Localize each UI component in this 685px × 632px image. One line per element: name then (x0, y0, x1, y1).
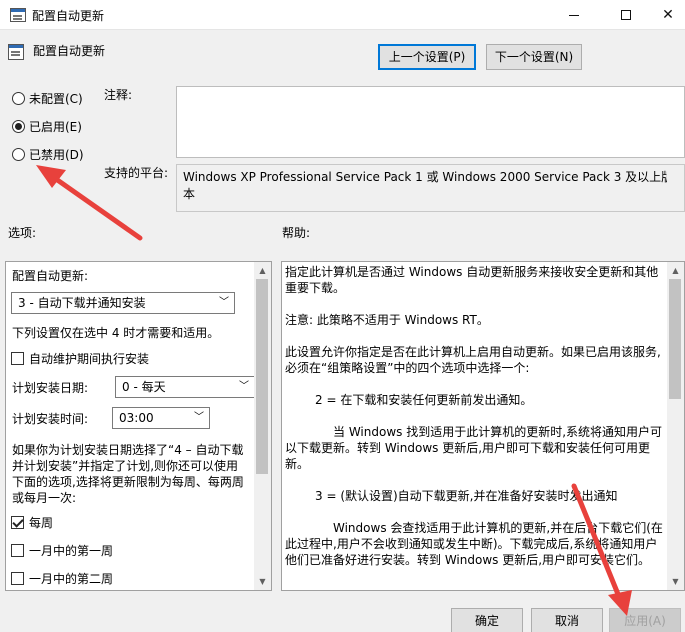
radio-label: 未配置(C) (29, 92, 83, 106)
close-icon: ✕ (662, 7, 674, 23)
checkbox-label: 自动维护期间执行安装 (29, 352, 150, 366)
schedule-day-label: 计划安装日期: (12, 381, 89, 395)
help-paragraph: 注意: 此策略不适用于 Windows RT。 (285, 313, 489, 327)
options-panel: 配置自动更新: 3 - 自动下载并通知安装 ﹀ 下列设置仅在选中 4 时才需要和… (5, 261, 272, 591)
apply-button[interactable]: 应用(A) (609, 608, 681, 632)
scroll-up-icon[interactable]: ▲ (667, 262, 684, 279)
schedule-day-select[interactable]: 0 - 每天 ﹀ (115, 376, 255, 398)
schedule-time-select[interactable]: 03:00 ﹀ (112, 407, 210, 429)
select-value: 0 - 每天 (122, 380, 166, 394)
checkbox-box[interactable] (11, 352, 24, 365)
note-text: 下列设置仅在选中 4 时才需要和适用。 (12, 326, 220, 340)
platform-scrollbar[interactable] (667, 165, 684, 211)
help-panel: 指定此计算机是否通过 Windows 自动更新服务来接收安全更新和其他重要下载。… (281, 261, 685, 591)
help-paragraph: 指定此计算机是否通过 Windows 自动更新服务来接收安全更新和其他重要下载。 (285, 265, 659, 295)
policy-title: 配置自动更新 (33, 44, 106, 58)
platform-text: Windows XP Professional Service Pack 1 或… (183, 170, 674, 201)
radio-label: 已禁用(D) (29, 148, 84, 162)
comment-label: 注释: (104, 88, 133, 102)
help-paragraph: 此设置允许你指定是否在此计算机上启用自动更新。如果已启用该服务,必须在“组策略设… (285, 345, 661, 375)
radio-circle[interactable] (12, 92, 25, 105)
supported-platform-box: Windows XP Professional Service Pack 1 或… (176, 164, 685, 212)
help-scrollbar[interactable]: ▲ ▼ (667, 262, 684, 590)
comment-textarea[interactable] (176, 86, 685, 158)
platform-label: 支持的平台: (104, 166, 169, 180)
title-bar: 配置自动更新 ✕ (0, 0, 685, 30)
help-paragraph: 3 = (默认设置)自动下载更新,并在准备好安装时发出通知 (315, 489, 618, 503)
schedule-time-label: 计划安装时间: (12, 412, 89, 426)
checkbox-box[interactable] (11, 572, 24, 585)
help-label: 帮助: (282, 226, 311, 240)
minimize-icon (569, 14, 579, 16)
minimize-button[interactable] (551, 0, 597, 30)
checkbox-label: 一月中的第一周 (29, 544, 114, 558)
ok-button[interactable]: 确定 (451, 608, 523, 632)
options-scrollbar[interactable]: ▲ ▼ (254, 262, 271, 590)
policy-window-icon (10, 8, 26, 22)
checkbox-box-checked[interactable] (11, 516, 24, 529)
scroll-up-icon[interactable]: ▲ (254, 262, 271, 279)
scroll-thumb[interactable] (256, 279, 268, 474)
cancel-button[interactable]: 取消 (531, 608, 603, 632)
maintenance-install-checkbox[interactable]: 自动维护期间执行安装 (11, 350, 149, 367)
close-button[interactable]: ✕ (645, 0, 685, 30)
configure-updates-select[interactable]: 3 - 自动下载并通知安装 ﹀ (11, 292, 235, 314)
radio-disabled[interactable]: 已禁用(D) (12, 146, 84, 163)
chevron-down-icon: ﹀ (219, 297, 229, 308)
radio-not-configured[interactable]: 未配置(C) (12, 90, 83, 107)
help-text: 指定此计算机是否通过 Windows 自动更新服务来接收安全更新和其他重要下载。… (285, 264, 667, 584)
chevron-down-icon: ﹀ (239, 381, 249, 392)
configure-updates-label: 配置自动更新: (12, 269, 89, 283)
maximize-icon (621, 10, 631, 20)
radio-circle-selected[interactable] (12, 120, 25, 133)
chevron-down-icon: ﹀ (194, 412, 204, 423)
first-week-checkbox[interactable]: 一月中的第一周 (11, 542, 113, 559)
scroll-down-icon[interactable]: ▼ (254, 573, 271, 590)
checkbox-label: 一月中的第二周 (29, 572, 114, 586)
radio-label: 已启用(E) (29, 120, 82, 134)
scroll-down-icon[interactable]: ▼ (667, 573, 684, 590)
help-paragraph: 当 Windows 找到适用于此计算机的更新时,系统将通知用户可以下载更新。转到… (285, 425, 663, 471)
options-label: 选项: (8, 226, 37, 240)
description-line-2: 并计划安装”并指定了计划,则你还可以使用 (12, 459, 239, 473)
checkbox-box[interactable] (11, 544, 24, 557)
help-paragraph: Windows 会查找适用于此计算机的更新,并在后台下载它们(在此过程中,用户不… (285, 521, 663, 567)
second-week-checkbox[interactable]: 一月中的第二周 (11, 570, 113, 587)
description-line-4: 或每月一次: (12, 491, 77, 505)
select-value: 03:00 (119, 411, 154, 425)
next-setting-button[interactable]: 下一个设置(N) (486, 44, 582, 70)
select-value: 3 - 自动下载并通知安装 (18, 296, 146, 310)
radio-circle[interactable] (12, 148, 25, 161)
maximize-button[interactable] (603, 0, 649, 30)
policy-icon (8, 44, 24, 60)
description-line-3: 下面的选项,选择将更新限制为每周、每两周 (12, 475, 244, 489)
previous-setting-button[interactable]: 上一个设置(P) (378, 44, 476, 70)
description-line-1: 如果你为计划安装日期选择了“4 – 自动下载 (12, 443, 244, 457)
scroll-thumb[interactable] (669, 279, 681, 399)
window-title: 配置自动更新 (32, 9, 105, 23)
checkbox-label: 每周 (29, 516, 54, 530)
radio-enabled[interactable]: 已启用(E) (12, 118, 82, 135)
weekly-checkbox[interactable]: 每周 (11, 514, 53, 531)
help-paragraph: 2 = 在下载和安装任何更新前发出通知。 (315, 393, 533, 407)
